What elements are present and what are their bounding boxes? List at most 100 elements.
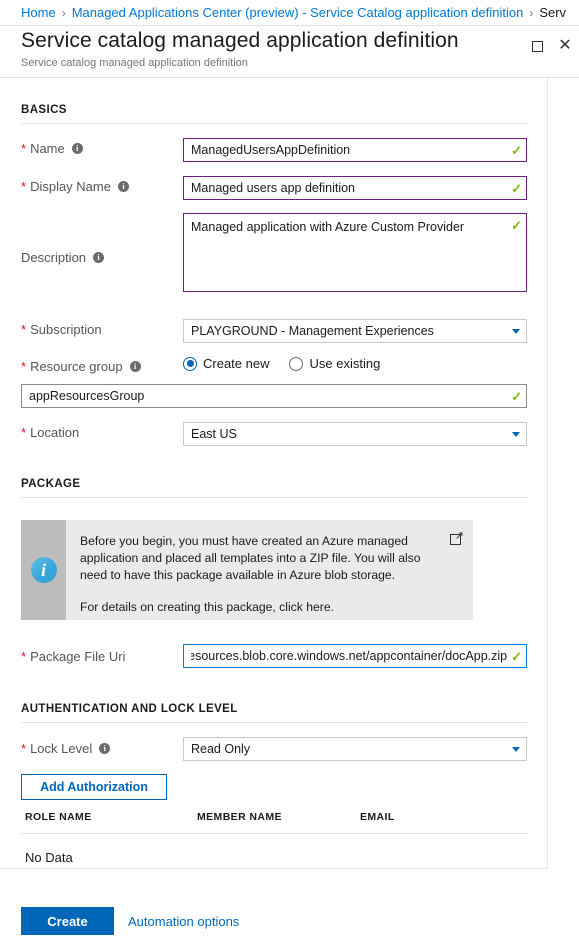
section-header-package: PACKAGE [21,478,81,490]
blade-header: Service catalog managed application defi… [0,27,579,73]
page-subtitle: Service catalog managed application defi… [21,57,248,69]
location-select[interactable]: East US [183,422,527,446]
description-textarea-value: Managed application with Azure Custom Pr… [191,220,465,234]
radio-create-new-label: Create new [203,356,270,371]
authorization-table-header-divider [21,833,527,834]
add-authorization-button-label: Add Authorization [40,780,148,794]
radio-use-existing[interactable]: Use existing [289,356,380,371]
label-resource-group: * Resource group i [21,359,141,374]
chevron-down-icon [512,746,520,752]
radio-use-existing-label: Use existing [309,356,381,371]
label-location: * Location [21,425,79,440]
label-name-text: Name [30,141,65,156]
lock-level-select[interactable]: Read Only [183,737,527,761]
page-title: Service catalog managed application defi… [21,29,459,52]
column-header-member-name: MEMBER NAME [197,811,282,823]
section-header-authentication: AUTHENTICATION AND LOCK LEVEL [21,703,238,715]
label-subscription-text: Subscription [30,322,102,337]
close-x-glyph: ✕ [558,37,572,54]
info-icon[interactable]: i [71,143,83,154]
label-package-file-uri: * Package File Uri [21,649,125,664]
footer-actions: Create Automation options [0,869,548,949]
external-link-icon[interactable]: ↗ [450,530,464,545]
valid-check-icon: ✓ [511,648,522,664]
section-divider-package [21,497,527,498]
required-marker: * [21,322,27,337]
label-lock-level: * Lock Level i [21,741,111,756]
resource-group-input-value: appResourcesGroup [29,389,145,403]
label-subscription: * Subscription [21,322,102,337]
radio-dot-icon [183,356,197,371]
info-banner-stripe: i [21,520,66,620]
close-icon[interactable]: ✕ [552,33,578,59]
radio-dot-icon [289,356,304,371]
automation-options-link[interactable]: Automation options [128,907,239,935]
column-header-role-name: ROLE NAME [25,811,92,823]
section-header-basics: BASICS [21,104,67,116]
name-input-value: ManagedUsersAppDefinition [191,143,351,157]
package-file-uri-input[interactable]: resources.blob.core.windows.net/appconta… [183,644,527,668]
add-authorization-button[interactable]: Add Authorization [21,774,167,800]
required-marker: * [21,359,27,374]
label-display-name-text: Display Name [30,179,111,194]
section-divider-authentication [21,722,527,723]
display-name-input[interactable]: Managed users app definition ✓ [183,176,527,200]
required-marker: * [21,179,27,194]
info-icon[interactable]: i [129,361,141,372]
external-link-arrow-glyph: ↗ [454,530,464,542]
label-description-text: Description [21,250,87,265]
radio-create-new[interactable]: Create new [183,356,269,371]
info-banner: i Before you begin, you must have create… [21,520,473,620]
valid-check-icon: ✓ [511,142,522,158]
required-marker: * [21,141,27,156]
breadcrumb-separator-icon: › [61,5,66,20]
maximize-square-glyph [531,40,543,52]
breadcrumb-separator-icon: › [529,5,534,20]
resource-group-radio-group: Create new Use existing [183,356,380,371]
label-description: Description i [21,250,105,265]
resource-group-input[interactable]: appResourcesGroup ✓ [21,384,527,408]
valid-check-icon: ✓ [511,180,522,196]
info-icon[interactable]: i [99,743,111,754]
breadcrumb-item-home[interactable]: Home [21,0,56,25]
subscription-select-value: PLAYGROUND - Management Experiences [191,324,434,338]
valid-check-icon: ✓ [511,218,522,233]
info-icon[interactable]: i [93,252,105,263]
label-lock-level-text: Lock Level [30,741,93,756]
required-marker: * [21,741,27,756]
label-package-file-uri-text: Package File Uri [30,649,126,664]
authorization-table-header: ROLE NAME MEMBER NAME EMAIL [21,811,527,831]
info-banner-body: Before you begin, you must have created … [66,520,473,620]
chevron-down-icon [512,328,520,334]
info-icon: i [30,557,57,583]
create-button[interactable]: Create [21,907,114,935]
breadcrumb-item-managed-applications-center[interactable]: Managed Applications Center (preview) - … [72,0,524,25]
authorization-table-empty-row: No Data [25,850,73,865]
label-resource-group-text: Resource group [30,359,123,374]
maximize-icon[interactable] [524,33,550,59]
subscription-select[interactable]: PLAYGROUND - Management Experiences [183,319,527,343]
label-display-name: * Display Name i [21,179,129,194]
valid-check-icon: ✓ [511,388,522,404]
name-input[interactable]: ManagedUsersAppDefinition ✓ [183,138,527,162]
azure-portal-blade: Home › Managed Applications Center (prev… [0,0,579,949]
info-banner-paragraph-2[interactable]: For details on creating this package, cl… [80,599,439,616]
breadcrumb-item-current[interactable]: Serv [539,0,566,25]
required-marker: * [21,425,27,440]
section-divider-basics [21,123,527,124]
label-name: * Name i [21,141,83,156]
description-textarea[interactable]: Managed application with Azure Custom Pr… [183,213,527,292]
required-marker: * [21,649,27,664]
form-body: BASICS * Name i ManagedUsersAppDefinitio… [0,78,548,874]
package-file-uri-input-value: resources.blob.core.windows.net/appconta… [191,649,508,663]
create-button-label: Create [47,913,88,929]
display-name-input-value: Managed users app definition [191,181,356,195]
automation-options-link-label: Automation options [128,913,240,929]
location-select-value: East US [191,427,237,441]
lock-level-select-value: Read Only [191,742,251,756]
breadcrumb: Home › Managed Applications Center (prev… [0,0,579,26]
chevron-down-icon [512,431,520,437]
info-icon[interactable]: i [117,181,129,192]
info-banner-paragraph-1: Before you begin, you must have created … [80,534,421,582]
column-header-email: EMAIL [360,811,395,823]
